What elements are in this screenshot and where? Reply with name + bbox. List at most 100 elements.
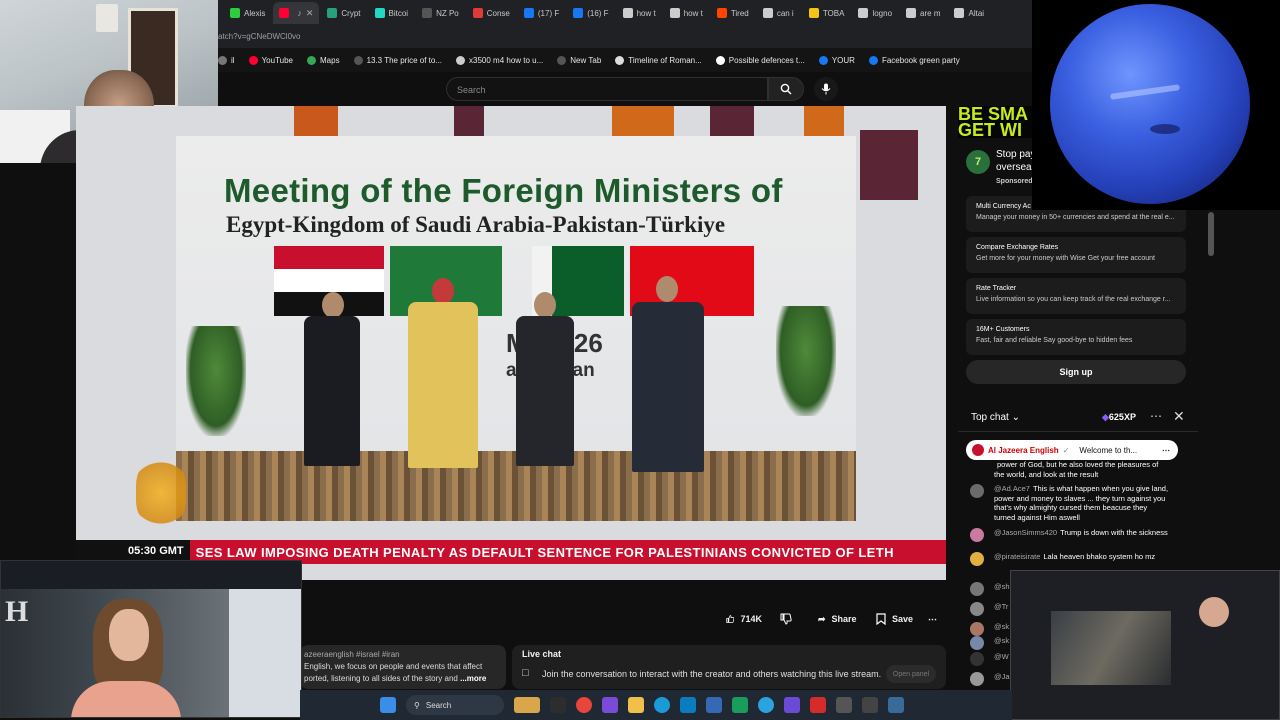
tab-label: can i xyxy=(776,8,794,18)
like-button[interactable]: 714K xyxy=(716,605,772,633)
chat-message[interactable]: power of God, but he also loved the plea… xyxy=(970,460,1170,479)
browser-tab[interactable]: ♪ ✕ xyxy=(273,2,320,24)
chat-message[interactable]: @pirateisirate Lala heaven bhako system h… xyxy=(970,552,1170,566)
cloud-band xyxy=(1109,84,1181,100)
browser-tab[interactable]: (16) F xyxy=(567,2,614,24)
guest-face xyxy=(109,609,149,661)
browser-tab[interactable]: how t xyxy=(664,2,709,24)
minister-head xyxy=(322,292,344,318)
video-description[interactable]: azeeraenglish #israel #iran English, we … xyxy=(300,645,506,689)
more-options-icon[interactable]: ⋯ xyxy=(1162,446,1170,455)
tab-close-icon[interactable]: ✕ xyxy=(306,8,314,19)
browser-tab[interactable]: how t xyxy=(617,2,662,24)
bookmark-item[interactable]: Possible defences t... xyxy=(715,55,805,65)
sign-up-button[interactable]: Sign up xyxy=(966,360,1186,384)
store-icon[interactable] xyxy=(706,697,722,713)
app-icon[interactable] xyxy=(888,697,904,713)
pinned-message[interactable]: Al Jazeera English ✓ Welcome to th... ⋯ xyxy=(966,440,1178,460)
share-button[interactable]: ➦ Share xyxy=(808,605,867,633)
bookmark-favicon-icon xyxy=(218,55,227,65)
video-player[interactable]: Meeting of the Foreign Ministers of Egyp… xyxy=(76,106,946,580)
message-body: @pirateisirate Lala heaven bhako system h… xyxy=(994,552,1170,562)
telegram-icon[interactable] xyxy=(758,697,774,713)
ad-sitelink[interactable]: Rate Tracker Live information so you can … xyxy=(966,278,1186,314)
chat-mode-label: Top chat xyxy=(971,412,1009,423)
settings-icon[interactable] xyxy=(836,697,852,713)
file-explorer-icon[interactable] xyxy=(550,697,566,713)
bookmark-icon xyxy=(876,613,886,625)
bookmark-item[interactable]: Timeline of Roman... xyxy=(615,55,702,65)
microphone-icon xyxy=(821,83,831,95)
ceiling-panel xyxy=(454,106,484,136)
save-button[interactable]: Save xyxy=(866,605,923,633)
bookmark-item[interactable]: Facebook green party xyxy=(868,55,960,65)
channel-watermark-icon: H xyxy=(5,595,29,628)
address-bar[interactable]: atch?v=gCNeDWCl0vo xyxy=(218,26,1032,48)
screen: Alexis ♪ ✕ Crypt Bitcoi NZ Po Conse (17) F (16) … xyxy=(0,0,1280,720)
browser-tab[interactable]: Alexis xyxy=(224,2,271,24)
bookmark-item[interactable]: Maps xyxy=(307,55,340,65)
bookmark-item[interactable]: YOUR xyxy=(818,55,855,65)
open-panel-button[interactable]: Open panel xyxy=(886,665,936,683)
bookmark-item[interactable]: 13.3 The price of to... xyxy=(353,55,442,65)
close-icon[interactable]: ✕ xyxy=(1173,408,1185,425)
tab-label: Conse xyxy=(486,8,510,18)
ad-sitelink[interactable]: 16M+ Customers Fast, fair and reliable Sa… xyxy=(966,319,1186,355)
more-actions-button[interactable]: ⋯ xyxy=(922,605,946,633)
chat-mode-dropdown[interactable]: Top chat ⌄ xyxy=(971,412,1020,423)
sidebar-scrollbar[interactable] xyxy=(1208,212,1214,256)
browser-tab[interactable]: Bitcoi xyxy=(369,2,415,24)
voice-search-button[interactable] xyxy=(814,77,838,101)
browser-tab[interactable]: logno xyxy=(852,2,898,24)
sitelink-description: Manage your money in 50+ currencies and … xyxy=(976,214,1175,221)
more-options-icon[interactable]: ⋯ xyxy=(1150,409,1162,423)
browser-tab[interactable]: Crypt xyxy=(321,2,366,24)
ad-banner-image[interactable]: BE SMA GET WI xyxy=(958,106,1032,138)
bookmark-label: il xyxy=(231,55,235,65)
bookmark-item[interactable]: il xyxy=(218,55,235,65)
app-icon[interactable] xyxy=(810,697,826,713)
edge-icon[interactable] xyxy=(654,697,670,713)
minister-head xyxy=(432,278,454,304)
browser-tab[interactable]: are m xyxy=(900,2,946,24)
task-view-icon[interactable] xyxy=(514,697,540,713)
bookmark-item[interactable]: x3500 m4 how to u... xyxy=(456,55,543,65)
browser-tab[interactable]: Conse xyxy=(467,2,516,24)
browser-tab[interactable]: (17) F xyxy=(518,2,565,24)
browser-tab[interactable]: TOBA xyxy=(803,2,851,24)
browser-tab[interactable]: Altai xyxy=(948,2,992,24)
xp-badge[interactable]: ◆625XP xyxy=(1102,412,1136,423)
chrome-icon[interactable] xyxy=(576,697,592,713)
search-button[interactable] xyxy=(768,77,804,101)
search-input[interactable]: Search xyxy=(446,77,768,101)
browser-tab[interactable]: NZ Po xyxy=(416,2,465,24)
tab-favicon-icon xyxy=(573,8,584,18)
tab-favicon-icon xyxy=(669,8,680,18)
description-body: English, we focus on people and events t… xyxy=(304,662,483,683)
app-icon[interactable] xyxy=(784,697,800,713)
bookmark-label: YouTube xyxy=(261,55,293,65)
webcam-overlay-bottom-right xyxy=(1010,570,1280,720)
save-label: Save xyxy=(892,614,914,624)
app-icon[interactable] xyxy=(680,697,696,713)
browser-tab[interactable]: Tired xyxy=(711,2,755,24)
bookmark-item[interactable]: New Tab xyxy=(557,55,601,65)
taskbar-search[interactable]: ⚲ Search xyxy=(406,695,504,715)
show-more-link[interactable]: ...more xyxy=(460,674,486,683)
minister-pakistan xyxy=(512,292,578,472)
tab-favicon-icon xyxy=(808,8,819,18)
bookmark-item[interactable]: YouTube xyxy=(248,55,293,65)
app-icon[interactable] xyxy=(862,697,878,713)
app-icon[interactable] xyxy=(602,697,618,713)
user-avatar xyxy=(970,528,984,542)
tab-audio-icon[interactable]: ♪ xyxy=(297,8,302,18)
folder-icon[interactable] xyxy=(628,697,644,713)
dislike-button[interactable] xyxy=(772,605,802,633)
windows-start-icon[interactable] xyxy=(380,697,396,713)
ad-sitelink[interactable]: Compare Exchange Rates Get more for your … xyxy=(966,237,1186,273)
browser-tab[interactable]: can i xyxy=(757,2,801,24)
tab-label: Crypt xyxy=(341,8,361,18)
chat-message[interactable]: @Ad.Ace7 This is what happen when you giv… xyxy=(970,484,1170,522)
app-icon[interactable] xyxy=(732,697,748,713)
chat-message[interactable]: @JasonSimms420 Trump is down with the sic… xyxy=(970,528,1170,542)
